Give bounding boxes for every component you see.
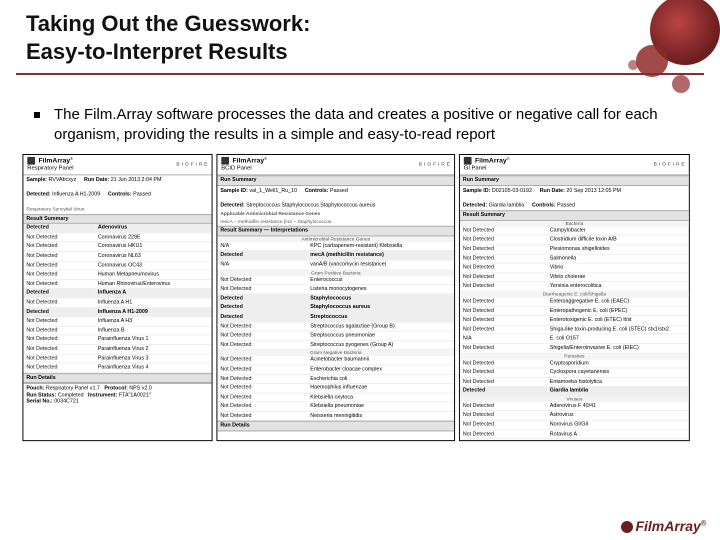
panel-name: GI Panel xyxy=(464,165,487,171)
title-line-1: Taking Out the Guesswork: xyxy=(26,11,310,36)
table-row: Not DetectedInfluenza A H3 xyxy=(23,316,211,325)
slide-title: Taking Out the Guesswork: Easy-to-Interp… xyxy=(26,10,694,65)
table-row: DetectedStreptococcus xyxy=(217,312,454,321)
bullet-marker xyxy=(34,112,40,118)
table-row: Not DetectedKlebsiella oxytoca xyxy=(217,392,454,401)
report-bcid: FilmArray® BCID Panel B I O F I R E Run … xyxy=(216,154,455,441)
report-header: FilmArray® GI Panel B I O F I R E xyxy=(460,154,689,175)
brand-dot-icon xyxy=(621,521,633,533)
table-row: N/AKPC (carbapenem-resistant) Klebsiella xyxy=(217,242,454,251)
table-row: Not DetectedEnteroaggregative E. coli (E… xyxy=(460,297,689,306)
table-row: Not DetectedInfluenza A H1 xyxy=(23,297,211,306)
table-row: Not DetectedHuman Rhinovirus/Enterovirus xyxy=(23,279,211,288)
biofire-logo: B I O F I R E xyxy=(654,161,685,167)
table-row: Not DetectedNeisseria meningitidis xyxy=(217,411,454,420)
brand-icon xyxy=(27,157,35,165)
table-row: Not DetectedHuman Metapneumovirus xyxy=(23,270,211,279)
table-row: Not DetectedParainfluenza Virus 2 xyxy=(23,344,211,353)
table-row: Not DetectedEscherichia coli xyxy=(217,374,454,383)
report-respiratory: FilmArray® Respiratory Panel B I O F I R… xyxy=(22,154,212,441)
table-row: Not DetectedEnterobacter cloacae complex xyxy=(217,364,454,373)
report-header: FilmArray® BCID Panel B I O F I R E xyxy=(217,154,454,175)
biofire-logo: B I O F I R E xyxy=(419,161,450,167)
table-row: Not DetectedHaemophilus influenzae xyxy=(217,383,454,392)
table-row: Not DetectedCoronavirus HKU1 xyxy=(23,242,211,251)
bullet-text: The Film.Array software processes the da… xyxy=(54,105,680,146)
table-row: Not DetectedRotavirus A xyxy=(460,429,689,438)
run-details-title: Run Details xyxy=(23,372,211,382)
brand-icon xyxy=(221,157,229,165)
table-row: DetectedmecA (methicillin resistance) xyxy=(217,250,454,259)
table-row: DetectedInfluenza A xyxy=(23,288,211,297)
brand-icon xyxy=(464,157,472,165)
table-row: Not DetectedSapovirus xyxy=(460,438,689,440)
table-row: Not DetectedSalmonella xyxy=(460,253,689,262)
table-row: Not DetectedVibrio xyxy=(460,263,689,272)
table-row: Not DetectedEnteropathogenic E. coli (EP… xyxy=(460,306,689,315)
brand-name: FilmArray xyxy=(475,157,507,164)
table-row: Not DetectedEntamoeba histolytica xyxy=(460,377,689,386)
table-row: Not DetectedEnterococcus xyxy=(217,275,454,284)
sample-meta: Sample: RVVAbcxyz Run Date: 21 Jun 2013 … xyxy=(23,175,211,213)
table-row: Not DetectedCoronavirus 229E xyxy=(23,232,211,241)
table-row: Not DetectedAdenovirus F 40/41 xyxy=(460,402,689,411)
table-row: Not DetectedShigella/Enteroinvasive E. c… xyxy=(460,343,689,352)
table-row: DetectedGiardia lamblia xyxy=(460,386,689,395)
panel-name: BCID Panel xyxy=(221,165,251,171)
footer-brand-logo: FilmArray® xyxy=(621,518,706,534)
table-row: Not DetectedCyclospora cayetanensis xyxy=(460,367,689,376)
brand-name: FilmArray xyxy=(38,157,70,164)
table-row: Not DetectedStreptococcus pyogenes (Grou… xyxy=(217,340,454,349)
table-row: Not DetectedCoronavirus NL63 xyxy=(23,251,211,260)
table-row: Not DetectedParainfluenza Virus 3 xyxy=(23,353,211,362)
slide-header: Taking Out the Guesswork: Easy-to-Interp… xyxy=(0,0,720,69)
title-line-2: Easy-to-Interpret Results xyxy=(26,39,288,64)
table-row: Not DetectedYersinia enterocolitica xyxy=(460,281,689,290)
table-row: Not DetectedStreptococcus agalactiae (Gr… xyxy=(217,321,454,330)
table-row: N/AE. coli O157 xyxy=(460,334,689,343)
table-row: Not DetectedCoronavirus OC43 xyxy=(23,260,211,269)
run-details: Pouch: Respiratory Panel v1.7 Protocol: … xyxy=(23,383,211,407)
table-row: Not DetectedInfluenza B xyxy=(23,325,211,334)
table-row: Not DetectedCryptosporidium xyxy=(460,359,689,368)
table-row: Not DetectedAcinetobacter baumannii xyxy=(217,356,454,365)
brand-name: FilmArray xyxy=(232,157,264,164)
table-row: Not DetectedStreptococcus pneumoniae xyxy=(217,331,454,340)
result-table: DetectedAdenovirusNot DetectedCoronaviru… xyxy=(23,224,211,373)
table-row: Not DetectedShiga-like toxin-producing E… xyxy=(460,324,689,333)
report-screenshots-row: FilmArray® Respiratory Panel B I O F I R… xyxy=(11,154,709,441)
panel-name: Respiratory Panel xyxy=(27,165,73,171)
table-row: DetectedStaphylococcus aureus xyxy=(217,303,454,312)
table-row: Not DetectedParainfluenza Virus 1 xyxy=(23,335,211,344)
result-summary-title: Result Summary xyxy=(23,213,211,223)
table-row: Not DetectedPlesiomonas shigelloides xyxy=(460,244,689,253)
table-row: Not DetectedNorovirus GI/GII xyxy=(460,420,689,429)
table-row: Not DetectedAstrovirus xyxy=(460,411,689,420)
report-gi: FilmArray® GI Panel B I O F I R E Run Su… xyxy=(459,154,690,441)
table-row: Not DetectedVibrio cholerae xyxy=(460,272,689,281)
table-row: N/AvanA/B (vancomycin resistance) xyxy=(217,260,454,269)
table-row: Not DetectedListeria monocytogenes xyxy=(217,284,454,293)
table-row: DetectedInfluenza A H1-2009 xyxy=(23,307,211,316)
table-row: Not DetectedEnterotoxigenic E. coli (ETE… xyxy=(460,315,689,324)
table-row: Not DetectedKlebsiella pneumoniae xyxy=(217,402,454,411)
table-row: Not DetectedParainfluenza Virus 4 xyxy=(23,363,211,372)
table-row: DetectedStaphylococcus xyxy=(217,293,454,302)
table-row: Not DetectedClostridium difficile toxin … xyxy=(460,235,689,244)
table-row: Not DetectedCampylobacter xyxy=(460,226,689,235)
report-header: FilmArray® Respiratory Panel B I O F I R… xyxy=(23,154,211,175)
table-row: DetectedAdenovirus xyxy=(23,224,211,233)
biofire-logo: B I O F I R E xyxy=(176,161,207,167)
bullet-item: The Film.Array software processes the da… xyxy=(0,75,720,154)
